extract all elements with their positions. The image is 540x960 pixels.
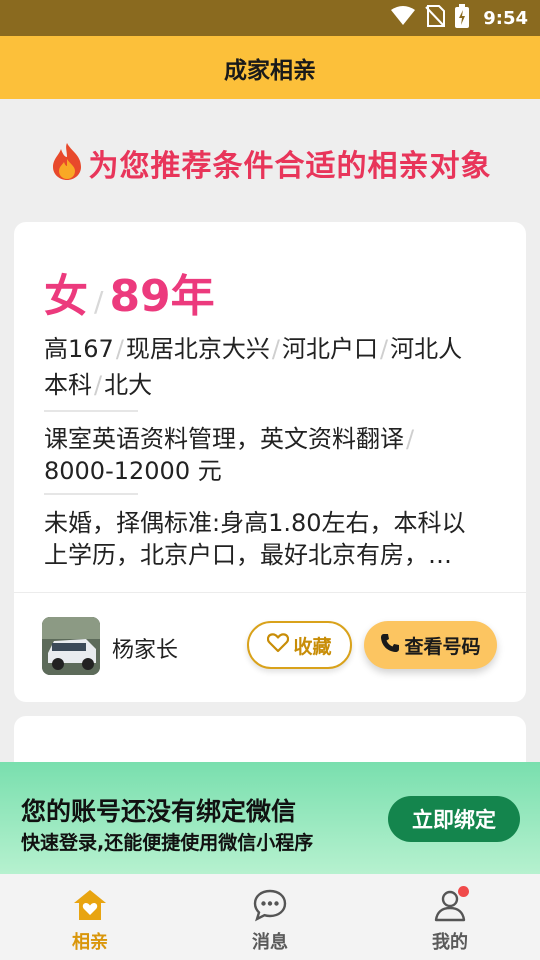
home-heart-icon: [72, 888, 108, 926]
tag-education: 本科: [44, 371, 92, 399]
app-header: 成家相亲: [0, 36, 540, 99]
divider: [44, 493, 138, 495]
bind-now-button[interactable]: 立即绑定: [388, 796, 520, 842]
tab-label: 我的: [432, 932, 468, 953]
wechat-bind-banner: 您的账号还没有绑定微信 快速登录,还能便捷使用微信小程序 立即绑定: [0, 762, 540, 874]
salary-line: 8000-12000 元: [44, 454, 504, 488]
salary-text: 8000-12000 元: [44, 457, 222, 485]
notification-dot: [458, 886, 469, 897]
status-time: 9:54: [483, 7, 528, 29]
card-headline: 女 / 89年: [44, 260, 215, 322]
tag-school: 北大: [104, 371, 153, 399]
job-line: 课室英语资料管理，英文资料翻译/: [44, 425, 415, 453]
divider: [44, 410, 138, 412]
tab-label: 相亲: [72, 932, 108, 953]
gender-label: 女: [44, 271, 88, 322]
bind-subtitle: 快速登录,还能便捷使用微信小程序: [21, 832, 314, 854]
job-text: 课室英语资料管理，英文资料翻译: [44, 425, 404, 453]
bind-title: 您的账号还没有绑定微信: [21, 797, 297, 826]
tag-hukou: 河北户口: [282, 335, 378, 363]
tag-residence: 现居北京大兴: [125, 335, 270, 363]
phone-icon: [380, 633, 400, 658]
tab-dating[interactable]: 相亲: [0, 874, 180, 960]
view-phone-button[interactable]: 查看号码: [364, 621, 497, 669]
fire-icon: [49, 141, 85, 185]
avatar[interactable]: [42, 617, 100, 675]
description-line2: 上学历，北京户口，最好北京有房，…: [44, 541, 452, 569]
profile-tags-line2: 本科/北大: [44, 371, 153, 399]
separator: /: [94, 285, 104, 318]
birth-year-label: 89年: [109, 271, 215, 322]
battery-charging-icon: [455, 4, 470, 32]
parent-name: 杨家长: [112, 638, 179, 663]
view-phone-label: 查看号码: [404, 635, 481, 658]
favorite-label: 收藏: [293, 635, 332, 658]
recommend-title: 为您推荐条件合适的相亲对象: [88, 149, 492, 184]
no-sim-icon: [425, 5, 446, 31]
wifi-icon: [391, 6, 416, 30]
bottom-tab-bar: 相亲 消息 我的: [0, 874, 540, 960]
tab-label: 消息: [252, 932, 288, 953]
status-bar: 9:54: [0, 0, 540, 36]
recommend-banner: 为您推荐条件合适的相亲对象: [0, 135, 540, 191]
tag-height: 高167: [44, 335, 114, 363]
favorite-button[interactable]: 收藏: [247, 621, 352, 669]
heart-outline-icon: [267, 632, 290, 658]
page-title: 成家相亲: [224, 57, 316, 84]
profile-card[interactable]: 女 / 89年 高167/现居北京大兴/河北户口/河北人 本科/北大 课室英语资…: [14, 222, 526, 702]
tag-origin: 河北人: [390, 335, 463, 363]
description-line1: 未婚，择偶标准:身高1.80左右，本科以: [44, 509, 466, 537]
chat-bubble-icon: [252, 888, 288, 926]
tab-mine[interactable]: 我的: [360, 874, 540, 960]
divider: [14, 592, 526, 593]
profile-tags-line1: 高167/现居北京大兴/河北户口/河北人: [44, 335, 463, 363]
tab-messages[interactable]: 消息: [180, 874, 360, 960]
